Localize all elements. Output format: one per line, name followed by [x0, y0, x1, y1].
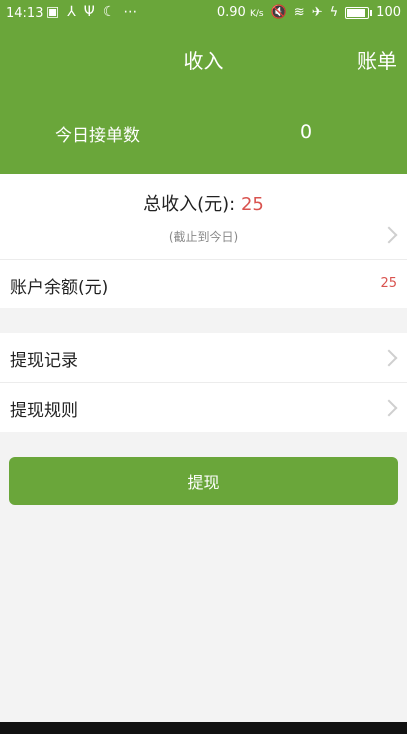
status-notification-icons: ▣ ⅄ Ψ ☾ ⋯ — [46, 4, 137, 20]
total-income-value: 25 — [240, 194, 264, 215]
total-income-label: 总收入(元): — [143, 194, 236, 215]
total-income-line: 总收入(元): 25 — [0, 190, 407, 216]
today-orders-value: 0 — [300, 121, 313, 143]
account-balance-value: 25 — [380, 276, 397, 291]
airplane-icon: ✈ — [311, 5, 323, 20]
today-orders-label: 今日接单数 — [55, 126, 140, 146]
usb-icon: Ψ — [83, 4, 95, 20]
chevron-right-icon — [380, 399, 398, 417]
withdraw-rules-row[interactable]: 提现规则 — [0, 383, 407, 432]
status-right-icons: 0.90 K/s 🔇 ≋ ✈ ϟ 100 — [217, 5, 401, 20]
image-notification-icon: ▣ — [46, 4, 60, 20]
withdraw-button[interactable]: 提现 — [9, 457, 398, 505]
app-screen: 14:13 ▣ ⅄ Ψ ☾ ⋯ 0.90 K/s 🔇 ≋ ✈ ϟ 100 收入 … — [0, 0, 407, 734]
battery-percent: 100 — [376, 5, 401, 20]
charging-icon: ϟ — [329, 5, 339, 20]
account-balance-label: 账户余额(元) — [10, 278, 109, 298]
income-date-note: (截止到今日) — [168, 230, 239, 244]
mute-icon: 🔇 — [270, 5, 287, 20]
page-title: 收入 — [183, 49, 224, 73]
network-speed-unit: K/s — [249, 9, 264, 19]
battery-icon — [345, 6, 373, 19]
income-header: 14:13 ▣ ⅄ Ψ ☾ ⋯ 0.90 K/s 🔇 ≋ ✈ ϟ 100 收入 … — [0, 0, 407, 174]
withdraw-records-label: 提现记录 — [10, 351, 78, 371]
wifi-icon: ≋ — [293, 5, 305, 20]
system-navigation-bar — [0, 722, 407, 734]
total-income-row[interactable]: 总收入(元): 25 (截止到今日) — [0, 174, 407, 259]
more-notifications-icon: ⋯ — [123, 4, 138, 20]
bill-button[interactable]: 账单 — [357, 45, 397, 74]
withdraw-records-row[interactable]: 提现记录 — [0, 333, 407, 382]
status-bar: 14:13 ▣ ⅄ Ψ ☾ ⋯ 0.90 K/s 🔇 ≋ ✈ ϟ 100 — [0, 0, 407, 28]
status-time: 14:13 — [6, 6, 44, 21]
night-mode-icon: ☾ — [102, 4, 116, 20]
account-balance-row: 账户余额(元) 25 — [0, 260, 407, 308]
share-notification-icon: ⅄ — [67, 4, 76, 20]
withdraw-rules-label: 提现规则 — [10, 401, 78, 421]
battery-fill — [347, 8, 366, 17]
network-speed: 0.90 K/s — [216, 5, 264, 20]
chevron-right-icon — [380, 349, 398, 367]
